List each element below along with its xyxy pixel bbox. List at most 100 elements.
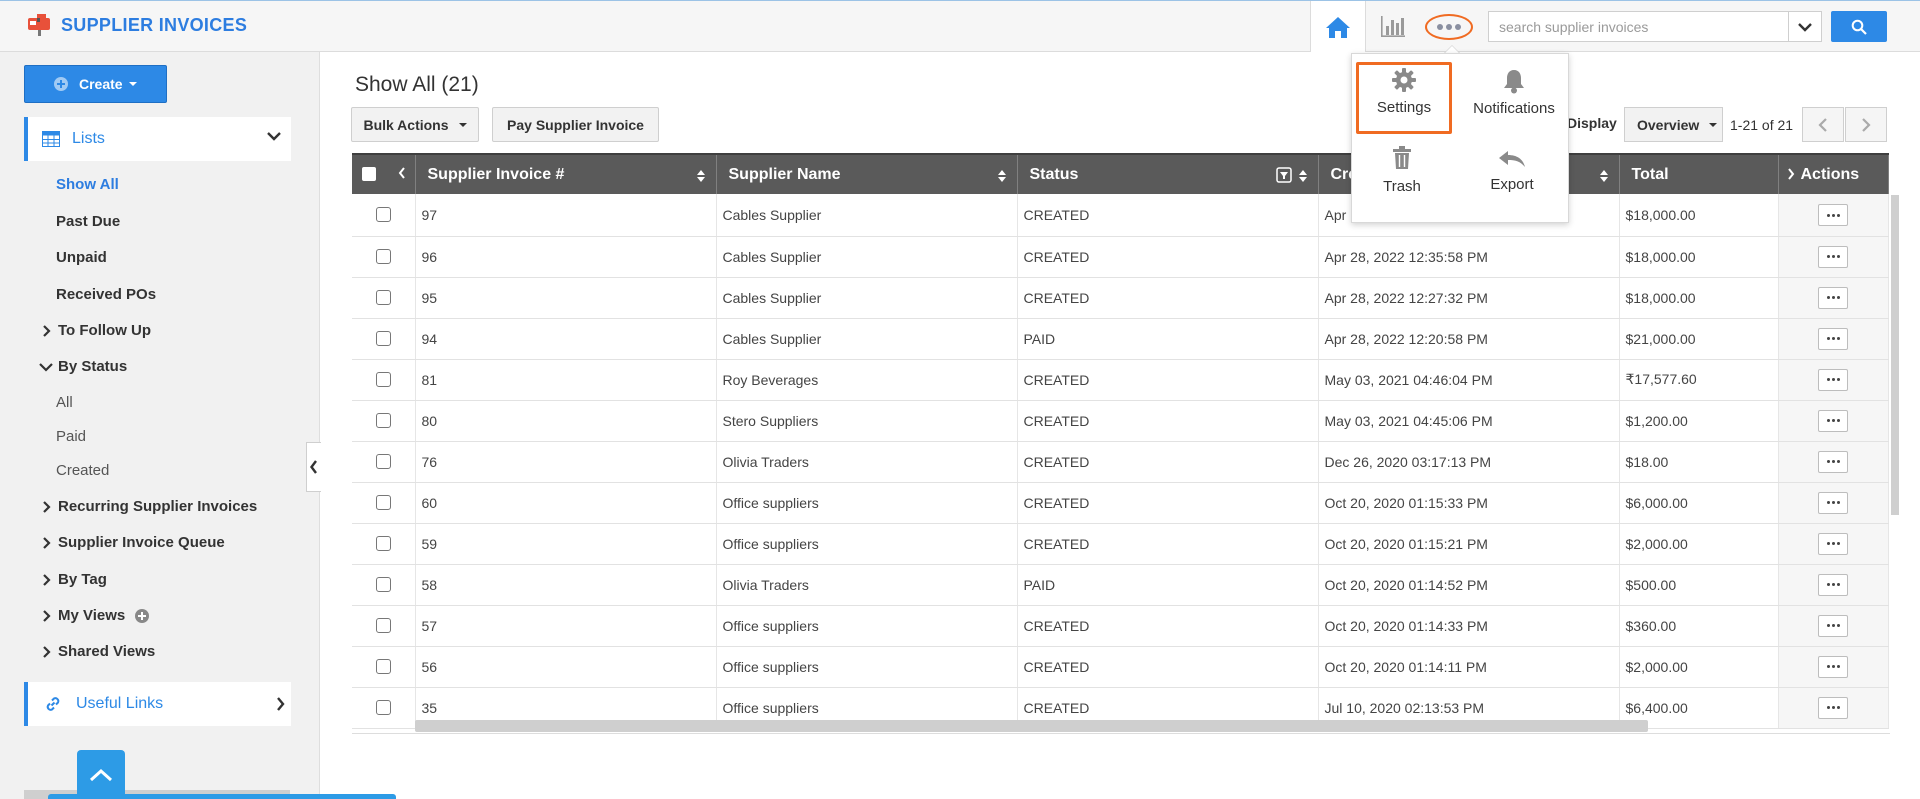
sidebar-group-shared-views[interactable]: Shared Views [38,643,155,660]
table-row[interactable]: 76 Olivia Traders CREATED Dec 26, 2020 03:1… [352,441,1889,483]
more-icon[interactable] [1425,14,1473,40]
to-follow-up-label: To Follow Up [58,322,152,339]
row-checkbox[interactable] [375,659,391,674]
row-actions-button[interactable] [1818,491,1848,514]
chevron-down-icon [1798,22,1812,32]
row-actions-button[interactable] [1818,327,1848,350]
table-row[interactable]: 95 Cables Supplier CREATED Apr 28, 2022 12:… [352,277,1889,319]
sidebar-item-received-pos[interactable]: Received POs [56,286,156,303]
chevron-right-icon[interactable] [1787,168,1795,180]
row-checkbox[interactable] [375,372,391,387]
chevron-left-icon[interactable] [398,167,406,179]
notifications-menu-item[interactable]: Notifications [1464,66,1564,117]
row-actions-button[interactable] [1818,532,1848,555]
chevron-left-icon [1818,117,1827,132]
previous-page-button[interactable] [1802,107,1844,142]
scroll-top-button[interactable] [77,750,125,799]
row-actions-button[interactable] [1818,696,1848,719]
sidebar-collapse-button[interactable] [306,442,321,492]
sidebar-group-my-views[interactable]: My Views [38,607,150,624]
table-row[interactable]: 81 Roy Beverages CREATED May 03, 2021 04:46… [352,359,1889,401]
total-cell: $18,000.00 [1619,236,1779,278]
row-checkbox[interactable] [375,290,391,305]
row-actions-button[interactable] [1818,245,1848,268]
table-row[interactable]: 94 Cables Supplier PAID Apr 28, 2022 12:20:… [352,318,1889,360]
table-row[interactable]: 97 Cables Supplier CREATED Apr $18,000.00 [352,194,1889,237]
chevron-right-icon [42,573,51,586]
vertical-scrollbar[interactable] [1891,195,1899,515]
total-cell: $6,000.00 [1619,482,1779,524]
row-checkbox[interactable] [375,577,391,592]
row-actions-button[interactable] [1818,655,1848,678]
recurring-label: Recurring Supplier Invoices [58,498,258,515]
row-checkbox[interactable] [375,249,391,264]
sidebar-item-unpaid[interactable]: Unpaid [56,249,107,266]
table-row[interactable]: 80 Stero Suppliers CREATED May 03, 2021 04:… [352,400,1889,442]
row-actions-button[interactable] [1818,368,1848,391]
row-checkbox[interactable] [375,331,391,346]
sidebar-item-status-created[interactable]: Created [56,462,109,479]
sort-icon [1599,170,1608,182]
reports-button[interactable] [1378,11,1408,41]
sidebar-group-queue[interactable]: Supplier Invoice Queue [38,534,225,551]
sidebar-item-past-due[interactable]: Past Due [56,213,120,230]
sidebar-group-recurring[interactable]: Recurring Supplier Invoices [38,498,257,515]
table-row[interactable]: 58 Olivia Traders PAID Oct 20, 2020 01:14:5… [352,564,1889,606]
row-actions-button[interactable] [1818,450,1848,473]
sidebar-item-show-all[interactable]: Show All [56,176,119,193]
select-all-checkbox[interactable] [362,167,376,182]
sort-icon [1298,170,1307,182]
table-row[interactable]: 96 Cables Supplier CREATED Apr 28, 2022 12:… [352,236,1889,278]
top-bar: SUPPLIER INVOICES [0,0,1920,52]
row-checkbox[interactable] [375,413,391,428]
row-checkbox[interactable] [375,700,391,715]
app-title: SUPPLIER INVOICES [61,15,248,35]
search-button[interactable] [1831,11,1887,42]
display-select[interactable]: Overview [1624,107,1723,142]
by-status-label: By Status [58,358,128,375]
bulk-actions-button[interactable]: Bulk Actions [351,107,479,142]
row-checkbox[interactable] [375,207,391,223]
table-row[interactable]: 60 Office suppliers CREATED Oct 20, 2020 01… [352,482,1889,524]
chevron-right-icon [1862,117,1871,132]
bell-icon [1504,70,1524,94]
sidebar-item-status-all[interactable]: All [56,394,73,411]
row-checkbox[interactable] [375,618,391,633]
sidebar-group-to-follow-up[interactable]: To Follow Up [38,322,151,339]
row-actions-button[interactable] [1818,204,1848,226]
sidebar-group-by-tag[interactable]: By Tag [38,571,107,588]
page-count: 1-21 of 21 [1730,117,1794,133]
home-button[interactable] [1310,1,1366,52]
search-dropdown-button[interactable] [1788,12,1821,41]
row-actions-button[interactable] [1818,573,1848,596]
settings-menu-item[interactable]: Settings [1356,62,1452,134]
table-row[interactable]: 59 Office suppliers CREATED Oct 20, 2020 01… [352,523,1889,565]
export-menu-item[interactable]: Export [1462,148,1562,193]
sidebar-group-by-status[interactable]: By Status [38,358,127,375]
search-input[interactable] [1489,12,1787,41]
create-button[interactable]: Create [24,65,167,103]
column-header-invoice-no[interactable]: Supplier Invoice # [415,153,717,194]
column-header-status[interactable]: Status [1017,153,1319,194]
add-view-icon[interactable] [135,608,150,623]
pay-supplier-invoice-button[interactable]: Pay Supplier Invoice [492,107,659,142]
useful-links-section-header[interactable]: Useful Links [24,682,291,726]
row-actions-button[interactable] [1818,409,1848,432]
horizontal-scrollbar[interactable] [415,720,1648,732]
row-checkbox[interactable] [375,495,391,510]
row-actions-button[interactable] [1818,286,1848,309]
filter-icon[interactable] [1275,167,1292,183]
next-page-button[interactable] [1845,107,1887,142]
table-row[interactable]: 57 Office suppliers CREATED Oct 20, 2020 01… [352,605,1889,647]
row-actions-button[interactable] [1818,614,1848,637]
lists-section-header[interactable]: Lists [24,117,291,161]
total-cell: $18,000.00 [1619,194,1779,237]
table-row[interactable]: 56 Office suppliers CREATED Oct 20, 2020 01… [352,646,1889,688]
row-checkbox[interactable] [375,454,391,469]
trash-menu-item[interactable]: Trash [1352,146,1452,195]
sidebar-item-status-paid[interactable]: Paid [56,428,86,445]
row-checkbox[interactable] [375,536,391,551]
column-header-total[interactable]: Total [1619,153,1779,194]
column-header-supplier-name[interactable]: Supplier Name [716,153,1018,194]
supplier-name-cell: Roy Beverages [716,359,1018,401]
